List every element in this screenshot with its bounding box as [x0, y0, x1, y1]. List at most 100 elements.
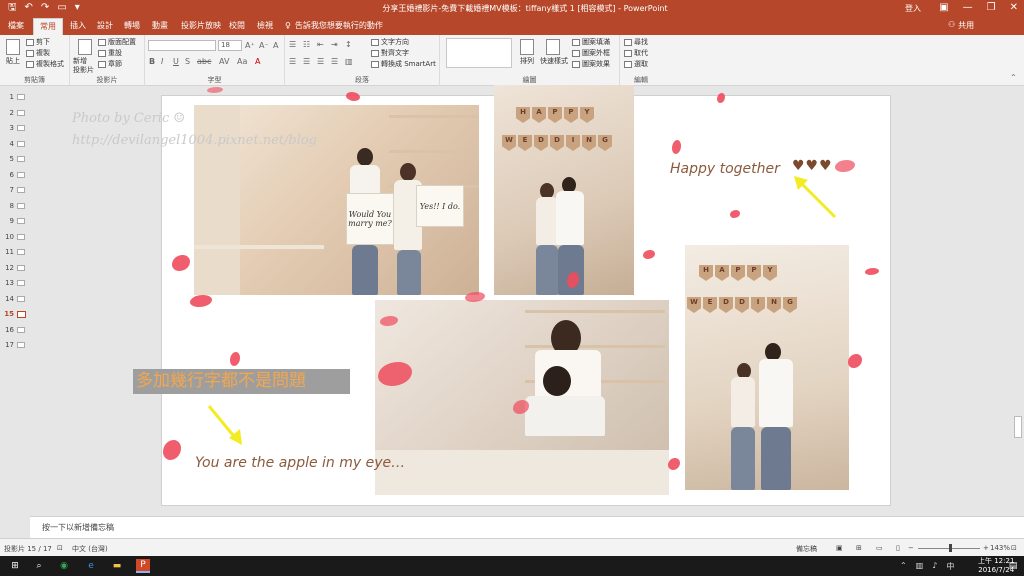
- strikethrough-button[interactable]: abc: [197, 57, 211, 66]
- paste-button[interactable]: 貼上: [6, 57, 20, 66]
- italic-button[interactable]: I: [161, 57, 163, 66]
- zoom-in-icon[interactable]: +: [983, 544, 989, 552]
- increase-indent-icon[interactable]: ⇥: [331, 40, 338, 49]
- restore-icon[interactable]: ❐: [987, 2, 996, 14]
- bold-button[interactable]: B: [149, 57, 155, 66]
- minimize-icon[interactable]: —: [963, 2, 973, 14]
- align-center-icon[interactable]: ☰: [303, 57, 310, 66]
- tell-me-box[interactable]: ♀ 告訴我您想要執行的動作: [285, 20, 383, 31]
- fit-to-window-icon[interactable]: ⊡: [1011, 544, 1017, 552]
- format-painter-button[interactable]: 複製格式: [26, 60, 64, 69]
- slide-thumbnail-8[interactable]: 8: [4, 200, 28, 212]
- shapes-gallery[interactable]: [446, 38, 512, 68]
- photo-happy-wedding-2[interactable]: HAPPY WEDDING: [685, 245, 849, 490]
- align-left-icon[interactable]: ☰: [289, 57, 296, 66]
- slide-thumbnail-15[interactable]: 15: [4, 308, 28, 320]
- extra-text-box[interactable]: 多加幾行字都不是問題: [133, 369, 350, 394]
- zoom-level[interactable]: 143%: [990, 544, 1010, 552]
- notifications-icon[interactable]: ▤: [1006, 559, 1020, 573]
- save-icon[interactable]: 🖫: [8, 2, 17, 14]
- slide-thumbnail-2[interactable]: 2: [4, 107, 28, 119]
- character-spacing-icon[interactable]: AV: [219, 57, 229, 66]
- volume-icon[interactable]: ♪: [932, 561, 937, 572]
- bullets-icon[interactable]: ☰: [289, 40, 296, 49]
- powerpoint-taskbar-icon[interactable]: P: [136, 559, 150, 573]
- shape-fill-button[interactable]: 圖案填滿: [572, 38, 610, 47]
- slide-thumbnail-17[interactable]: 17: [4, 339, 28, 351]
- slide-thumbnail-9[interactable]: 9: [4, 215, 28, 227]
- arrange-button[interactable]: 排列: [520, 57, 534, 66]
- ime-icon[interactable]: 中: [946, 561, 954, 572]
- shape-outline-button[interactable]: 圖案外框: [572, 49, 610, 58]
- paste-icon[interactable]: [6, 39, 20, 55]
- arrange-icon[interactable]: [520, 39, 534, 55]
- slide-thumbnail-7[interactable]: 7: [4, 184, 28, 196]
- font-name-combo[interactable]: [148, 40, 216, 51]
- ribbon-display-options-icon[interactable]: ▣: [939, 2, 948, 14]
- shadow-button[interactable]: S: [185, 57, 190, 66]
- yellow-arrow-down[interactable]: [205, 402, 245, 447]
- slide-thumbnail-14[interactable]: 14: [4, 293, 28, 305]
- copy-button[interactable]: 複製: [26, 49, 50, 58]
- notes-toggle-button[interactable]: 備忘稿: [796, 544, 817, 554]
- align-text-button[interactable]: 對齊文字: [371, 49, 409, 58]
- apple-of-my-eye-text[interactable]: You are the apple in my eye…: [195, 455, 405, 471]
- yellow-arrow-up[interactable]: [790, 172, 840, 222]
- clear-formatting-icon[interactable]: A: [273, 41, 278, 50]
- tab-transitions[interactable]: 轉場: [124, 20, 140, 32]
- grow-font-icon[interactable]: A⁺: [245, 41, 255, 50]
- cut-button[interactable]: 剪下: [26, 38, 50, 47]
- spellcheck-icon[interactable]: ⊡: [57, 544, 63, 552]
- slide-thumbnail-12[interactable]: 12: [4, 262, 28, 274]
- file-explorer-icon[interactable]: ▬: [110, 559, 124, 573]
- slide-thumbnail-11[interactable]: 11: [4, 246, 28, 258]
- tab-home[interactable]: 常用: [33, 18, 63, 35]
- tab-view[interactable]: 檢視: [257, 20, 273, 32]
- replace-button[interactable]: 取代: [624, 49, 648, 58]
- network-icon[interactable]: ▥: [916, 561, 924, 572]
- new-slide-button[interactable]: 新增 投影片: [73, 57, 94, 75]
- vertical-scrollbar-thumb[interactable]: [1014, 416, 1022, 438]
- photo-couple-peeking[interactable]: [375, 300, 669, 495]
- language-indicator[interactable]: 中文 (台灣): [72, 544, 108, 554]
- quick-styles-icon[interactable]: [546, 39, 560, 55]
- start-from-beginning-icon[interactable]: ▭: [57, 2, 66, 14]
- smartart-button[interactable]: 轉換成 SmartArt: [371, 60, 436, 69]
- tab-review[interactable]: 校閱: [229, 20, 245, 32]
- shape-effects-button[interactable]: 圖案效果: [572, 60, 610, 69]
- slide-show-icon[interactable]: ▯: [896, 544, 900, 552]
- tray-chevron-icon[interactable]: ⌃: [900, 561, 907, 572]
- chrome-icon[interactable]: ◉: [57, 559, 71, 573]
- slide-thumbnail-1[interactable]: 1: [4, 91, 28, 103]
- tab-design[interactable]: 設計: [97, 20, 113, 32]
- customize-qat-icon[interactable]: ▾: [75, 2, 80, 14]
- tab-file[interactable]: 檔案: [8, 20, 24, 32]
- tab-slide-show[interactable]: 投影片放映: [181, 20, 221, 32]
- slide-thumbnail-16[interactable]: 16: [4, 324, 28, 336]
- slide-thumbnail-3[interactable]: 3: [4, 122, 28, 134]
- edge-icon[interactable]: e: [84, 559, 98, 573]
- undo-icon[interactable]: ↶: [25, 2, 33, 14]
- tab-animations[interactable]: 動畫: [152, 20, 168, 32]
- slide-sorter-icon[interactable]: ⊞: [856, 544, 862, 552]
- close-icon[interactable]: ✕: [1010, 2, 1018, 14]
- section-button[interactable]: 章節: [98, 60, 122, 69]
- underline-button[interactable]: U: [173, 57, 179, 66]
- slide-thumbnail-5[interactable]: 5: [4, 153, 28, 165]
- share-button[interactable]: ⚇ 共用: [948, 20, 974, 31]
- text-direction-button[interactable]: 文字方向: [371, 38, 409, 47]
- happy-together-text[interactable]: Happy together: [670, 161, 780, 177]
- shrink-font-icon[interactable]: A⁻: [259, 41, 269, 50]
- search-icon[interactable]: ⌕: [32, 559, 46, 573]
- reset-button[interactable]: 重設: [98, 49, 122, 58]
- decrease-indent-icon[interactable]: ⇤: [317, 40, 324, 49]
- align-right-icon[interactable]: ☰: [317, 57, 324, 66]
- layout-button[interactable]: 版面配置: [98, 38, 136, 47]
- zoom-slider-thumb[interactable]: [949, 544, 952, 552]
- zoom-out-icon[interactable]: −: [908, 544, 914, 552]
- change-case-icon[interactable]: Aa: [237, 57, 247, 66]
- font-color-icon[interactable]: A: [255, 57, 260, 66]
- slide-thumbnail-10[interactable]: 10: [4, 231, 28, 243]
- justify-icon[interactable]: ☰: [331, 57, 338, 66]
- new-slide-icon[interactable]: [78, 39, 92, 55]
